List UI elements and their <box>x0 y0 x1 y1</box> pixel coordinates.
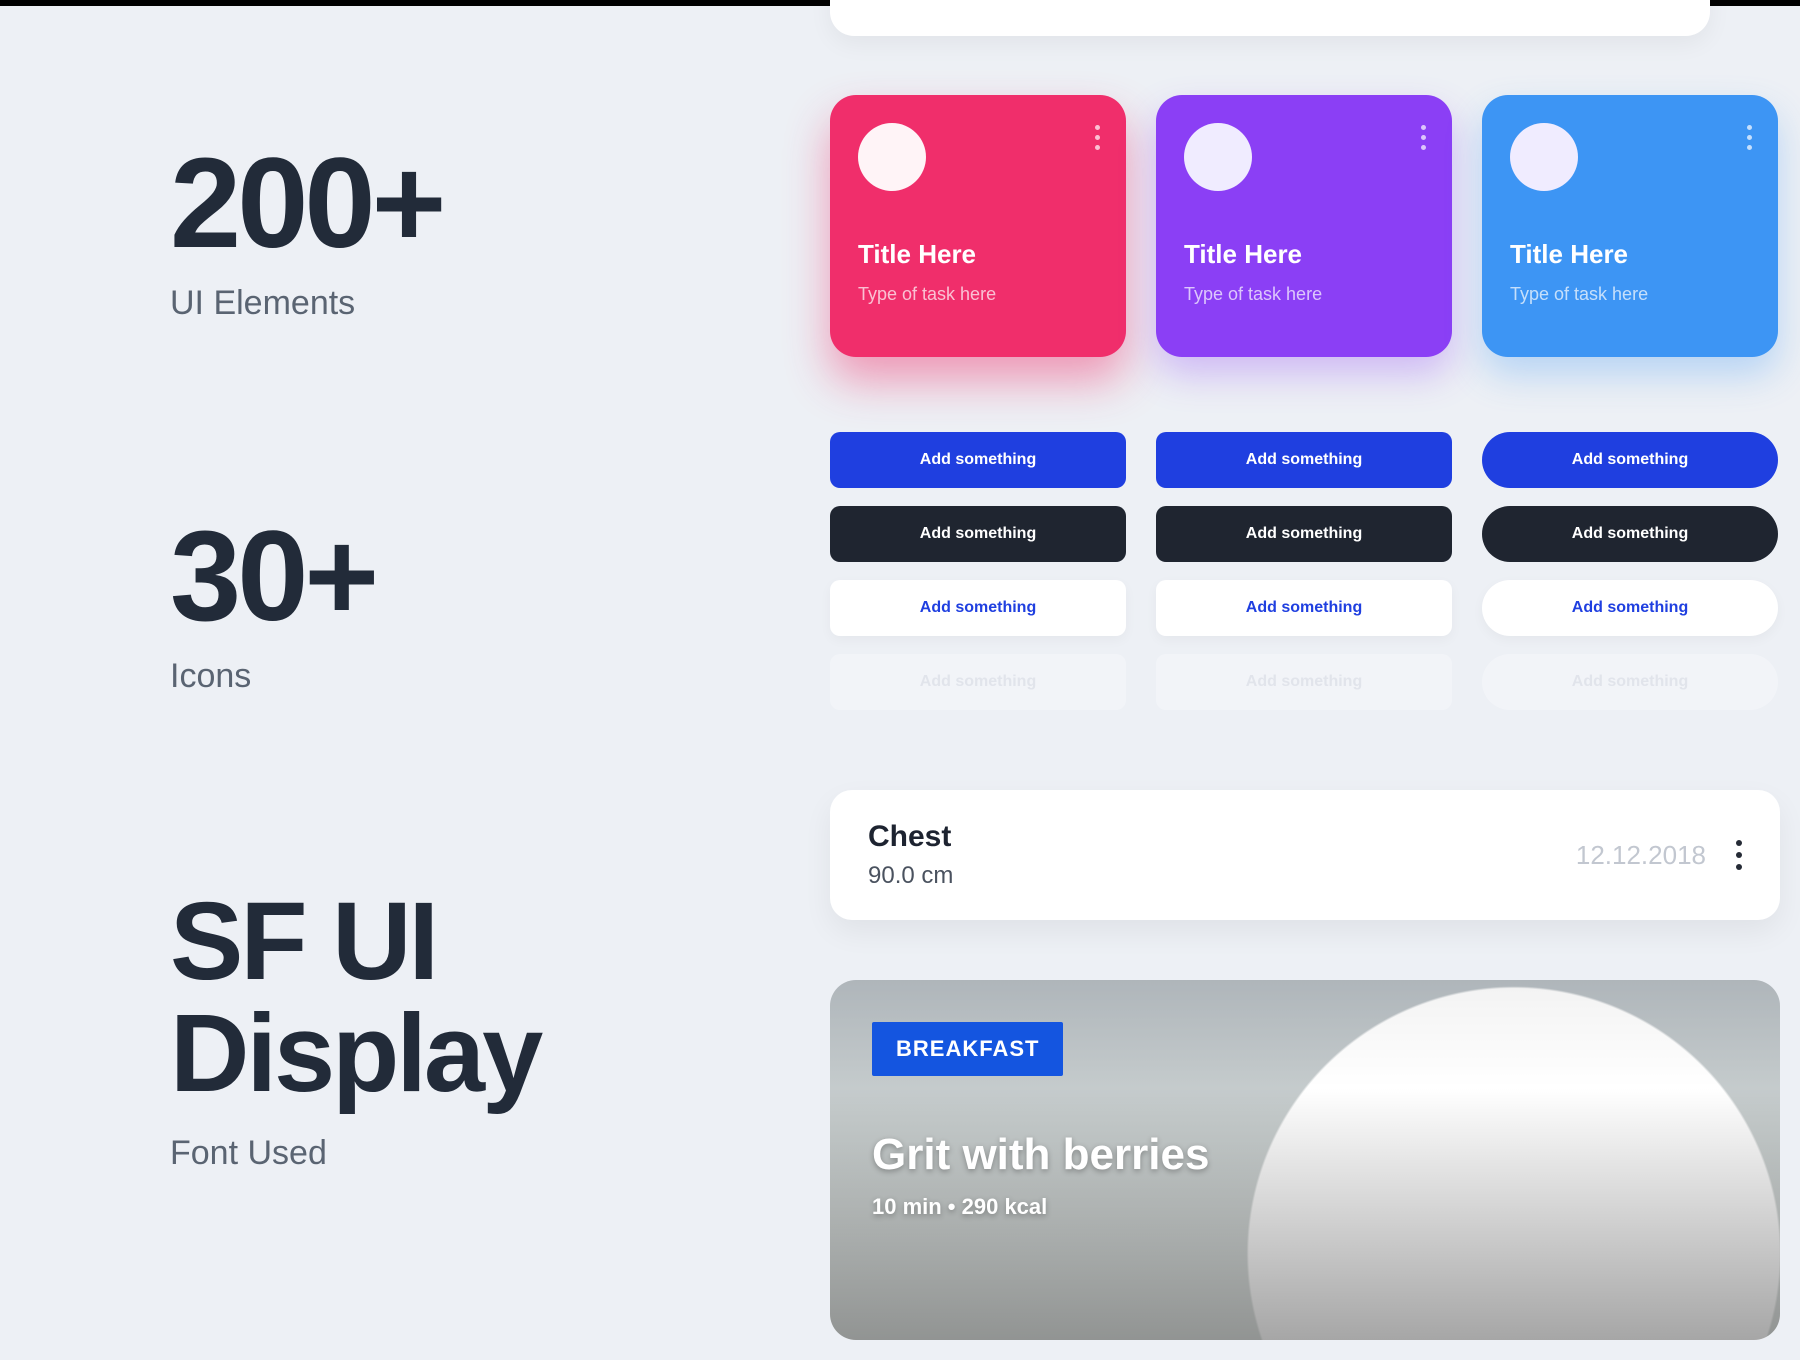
stat-label: UI Elements <box>170 284 540 323</box>
stat-label: Icons <box>170 657 540 696</box>
button-primary[interactable]: Add something <box>1156 432 1452 488</box>
meal-meta: 10 min • 290 kcal <box>872 1194 1047 1220</box>
task-card-title: Title Here <box>1510 239 1750 270</box>
button-dark[interactable]: Add something <box>1156 506 1452 562</box>
button-column-rounded: Add something Add something Add somethin… <box>1482 432 1778 710</box>
more-icon[interactable] <box>1421 125 1426 150</box>
showcase-right-column: Title Here Type of task here Title Here … <box>810 0 1800 1360</box>
avatar-icon <box>858 123 926 191</box>
more-icon[interactable] <box>1095 125 1100 150</box>
measurement-date: 12.12.2018 <box>1576 840 1706 871</box>
more-icon[interactable] <box>1747 125 1752 150</box>
card-peek-top <box>830 0 1710 36</box>
task-card-title: Title Here <box>858 239 1098 270</box>
buttons-showcase: Add something Add something Add somethin… <box>830 432 1778 710</box>
button-disabled: Add something <box>1156 654 1452 710</box>
meal-title: Grit with berries <box>872 1130 1209 1180</box>
stat-ui-elements: 200+ UI Elements <box>170 140 540 323</box>
task-card-title: Title Here <box>1184 239 1424 270</box>
stat-count: 30+ <box>170 513 540 641</box>
meal-category-tag: BREAKFAST <box>872 1022 1063 1076</box>
font-name-line1: SF UI <box>170 886 540 998</box>
button-primary[interactable]: Add something <box>830 432 1126 488</box>
measurement-info: Chest 90.0 cm <box>868 820 1576 890</box>
avatar-icon <box>1184 123 1252 191</box>
task-card-subtitle: Type of task here <box>1510 284 1750 305</box>
stat-icons: 30+ Icons <box>170 513 540 696</box>
avatar-icon <box>1510 123 1578 191</box>
button-dark[interactable]: Add something <box>830 506 1126 562</box>
task-cards-row: Title Here Type of task here Title Here … <box>830 95 1778 357</box>
button-column-square-1: Add something Add something Add somethin… <box>830 432 1126 710</box>
button-disabled: Add something <box>830 654 1126 710</box>
task-card-pink[interactable]: Title Here Type of task here <box>830 95 1126 357</box>
button-dark-pill[interactable]: Add something <box>1482 506 1778 562</box>
font-sub-label: Font Used <box>170 1134 540 1173</box>
button-secondary[interactable]: Add something <box>830 580 1126 636</box>
button-secondary-pill[interactable]: Add something <box>1482 580 1778 636</box>
measurement-title: Chest <box>868 820 1576 854</box>
button-disabled-pill: Add something <box>1482 654 1778 710</box>
button-primary-pill[interactable]: Add something <box>1482 432 1778 488</box>
meal-card[interactable]: BREAKFAST Grit with berries 10 min • 290… <box>830 980 1780 1340</box>
button-column-square-2: Add something Add something Add somethin… <box>1156 432 1452 710</box>
task-card-blue[interactable]: Title Here Type of task here <box>1482 95 1778 357</box>
stat-count: 200+ <box>170 140 540 268</box>
more-icon[interactable] <box>1736 840 1742 870</box>
task-card-subtitle: Type of task here <box>858 284 1098 305</box>
measurement-card[interactable]: Chest 90.0 cm 12.12.2018 <box>830 790 1780 920</box>
measurement-value: 90.0 cm <box>868 862 1576 890</box>
button-secondary[interactable]: Add something <box>1156 580 1452 636</box>
font-name-line2: Display <box>170 998 540 1110</box>
promo-left-column: 200+ UI Elements 30+ Icons SF UI Display… <box>170 140 540 1173</box>
font-used-block: SF UI Display Font Used <box>170 886 540 1173</box>
task-card-subtitle: Type of task here <box>1184 284 1424 305</box>
task-card-purple[interactable]: Title Here Type of task here <box>1156 95 1452 357</box>
